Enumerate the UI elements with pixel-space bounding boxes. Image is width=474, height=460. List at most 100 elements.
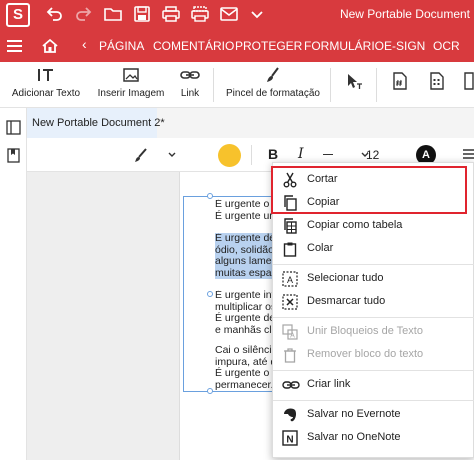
- link-label: Link: [180, 88, 200, 99]
- ribbon-divider: [213, 68, 214, 102]
- bookmark-panel-icon[interactable]: [6, 148, 21, 163]
- bold-button[interactable]: B: [268, 146, 278, 162]
- home-icon[interactable]: [41, 37, 59, 55]
- document-paragraph[interactable]: É urgente o a É urgente un: [215, 199, 275, 222]
- menu-item-save-evernote[interactable]: Salvar no Evernote: [273, 404, 474, 426]
- italic-button[interactable]: I: [298, 146, 304, 162]
- clipboard-icon: [282, 241, 298, 257]
- merge-text-blocks-label: Unir Bloqueios de Texto: [307, 325, 423, 337]
- save-evernote-label: Salvar no Evernote: [307, 408, 401, 420]
- menu-divider: [273, 264, 474, 265]
- onenote-icon: N: [282, 430, 298, 446]
- remove-text-block-label: Remover bloco do texto: [307, 348, 424, 360]
- page-number-icon: [389, 72, 411, 90]
- brush-icon: [226, 66, 320, 84]
- page-number-button[interactable]: [389, 72, 411, 94]
- resize-handle[interactable]: [207, 193, 213, 199]
- menu-esign[interactable]: E-SIGN: [384, 39, 425, 53]
- insert-image-label: Inserir Imagem: [97, 88, 165, 99]
- page-grid-button[interactable]: [426, 72, 448, 94]
- text-line: alguns lamen: [215, 255, 275, 267]
- window-title: New Portable Document: [339, 7, 470, 21]
- menu-item-merge-text-blocks[interactable]: A Unir Bloqueios de Texto: [273, 321, 474, 343]
- evernote-icon: [282, 407, 298, 423]
- scroll-left-icon[interactable]: ‹: [82, 36, 87, 52]
- text-line: É urgente des: [215, 312, 275, 324]
- select-all-icon: A: [282, 271, 298, 287]
- menu-pagina[interactable]: PÁGINA: [99, 39, 144, 53]
- format-divider: [251, 145, 252, 165]
- menu-item-copy-as-table[interactable]: Copiar como tabela: [273, 215, 474, 237]
- menu-comentario[interactable]: COMENTÁRIO: [153, 39, 234, 53]
- menu-ocr[interactable]: OCR: [433, 39, 460, 53]
- insert-image-button[interactable]: Inserir Imagem: [96, 66, 166, 99]
- ribbon-toolbar: Adicionar Texto Inserir Imagem Link Pinc…: [0, 62, 474, 108]
- copy-as-table-label: Copiar como tabela: [307, 219, 403, 231]
- svg-text:A: A: [287, 275, 293, 285]
- link-icon: [176, 66, 204, 84]
- text-line: e manhãs cla: [215, 323, 275, 336]
- hamburger-menu-icon[interactable]: [7, 38, 23, 54]
- menu-item-select-all[interactable]: A Selecionar tudo: [273, 268, 474, 290]
- link-icon: [282, 377, 300, 393]
- chevron-down-icon[interactable]: [245, 4, 269, 26]
- selected-paragraph[interactable]: É urgente de ódio, solidão alguns lamen …: [215, 233, 275, 279]
- select-all-label: Selecionar tudo: [307, 272, 384, 284]
- text-line: Cai o silêncio: [215, 345, 275, 356]
- menu-proteger[interactable]: PROTEGER: [235, 39, 302, 53]
- create-link-label: Criar link: [307, 378, 351, 390]
- format-painter-label: Pincel de formatação: [226, 88, 320, 99]
- document-paragraph[interactable]: É urgente inv multiplicar os É urgente d…: [215, 290, 275, 336]
- scan-print-icon[interactable]: [188, 4, 212, 26]
- text-line: É urgente inv: [215, 290, 275, 301]
- menu-bar: ‹ PÁGINA COMENTÁRIO PROTEGER FORMULÁRIO …: [0, 30, 474, 62]
- resize-handle[interactable]: [207, 291, 213, 297]
- menu-item-paste[interactable]: Colar: [273, 238, 474, 260]
- svg-text:N: N: [286, 435, 293, 446]
- save-icon[interactable]: [130, 4, 154, 26]
- print-icon[interactable]: [159, 4, 183, 26]
- text-line: permanecer.: [215, 378, 274, 391]
- undo-icon[interactable]: [42, 4, 66, 26]
- ribbon-divider: [376, 68, 377, 102]
- menu-item-save-onenote[interactable]: N Salvar no OneNote: [273, 427, 474, 449]
- image-icon: [96, 66, 166, 84]
- panel-toggle-icon[interactable]: [6, 120, 21, 135]
- resize-handle[interactable]: [207, 388, 213, 394]
- highlight-color-swatch[interactable]: [218, 144, 241, 167]
- open-folder-icon[interactable]: [101, 4, 125, 26]
- menu-divider: [273, 400, 474, 401]
- deselect-all-icon: [282, 294, 298, 310]
- menu-item-create-link[interactable]: Criar link: [273, 374, 474, 396]
- format-painter-button[interactable]: Pincel de formatação: [226, 66, 320, 99]
- side-panel: [0, 108, 27, 460]
- ribbon-divider: [330, 68, 331, 102]
- save-onenote-label: Salvar no OneNote: [307, 431, 401, 443]
- mail-icon[interactable]: [217, 4, 241, 26]
- highlight-box: [271, 166, 467, 214]
- line-style-icon[interactable]: [323, 154, 333, 155]
- select-text-tool-button[interactable]: [343, 72, 365, 94]
- more-tools-button[interactable]: [462, 72, 474, 94]
- document-tab[interactable]: New Portable Document 2*: [27, 108, 165, 138]
- highlighter-icon[interactable]: [133, 147, 149, 166]
- add-text-button[interactable]: Adicionar Texto: [10, 66, 82, 99]
- text-line: É urgente de: [215, 233, 275, 244]
- copy-table-icon: [282, 218, 298, 234]
- menu-divider: [273, 317, 474, 318]
- merge-blocks-icon: A: [282, 324, 298, 340]
- font-size-value[interactable]: 12: [366, 148, 379, 162]
- page-grid-icon: [426, 72, 448, 90]
- title-bar: S New Portable Document: [0, 0, 474, 30]
- link-button[interactable]: Link: [176, 66, 204, 99]
- text-line: É urgente un: [215, 209, 275, 222]
- cursor-text-icon: [343, 72, 365, 90]
- menu-item-deselect-all[interactable]: Desmarcar tudo: [273, 291, 474, 313]
- document-paragraph[interactable]: Cai o silêncio impura, até d É urgente o…: [215, 345, 275, 391]
- menu-item-remove-text-block[interactable]: Remover bloco do texto: [273, 344, 474, 366]
- add-text-label: Adicionar Texto: [11, 88, 81, 99]
- redo-icon[interactable]: [72, 4, 96, 26]
- chevron-down-icon[interactable]: [167, 148, 177, 163]
- menu-formulario[interactable]: FORMULÁRIO: [304, 39, 384, 53]
- text-line: É urgente o a: [215, 199, 275, 210]
